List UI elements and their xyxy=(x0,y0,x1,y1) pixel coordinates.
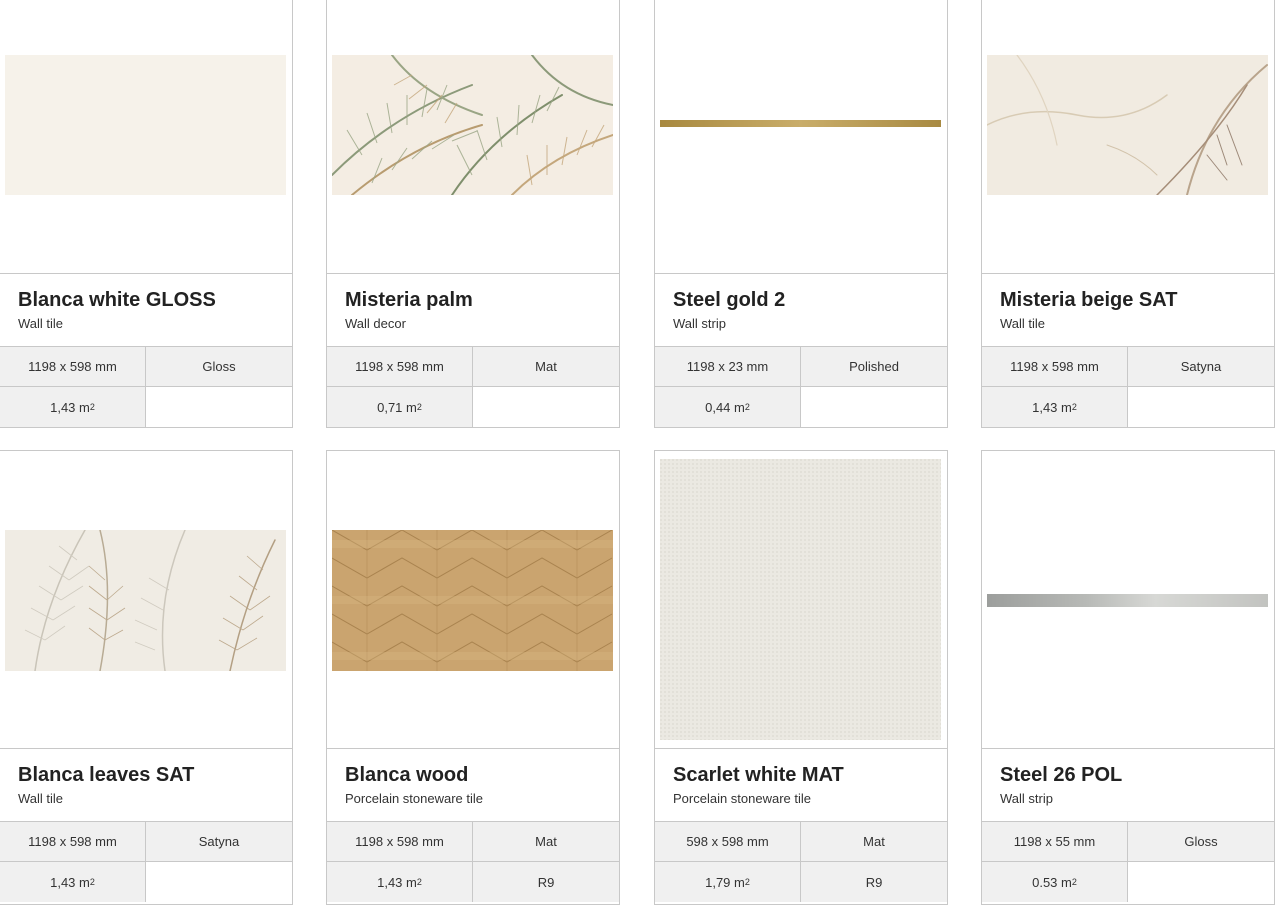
spec-size: 1198 x 598 mm xyxy=(327,347,473,387)
spec-size: 1198 x 598 mm xyxy=(982,347,1128,387)
spec-slip-empty xyxy=(801,387,947,427)
spec-finish: Mat xyxy=(801,822,947,862)
spec-size: 1198 x 55 mm xyxy=(982,822,1128,862)
product-title[interactable]: Blanca wood xyxy=(345,763,601,787)
product-image-area[interactable] xyxy=(982,451,1274,749)
spec-area: 1,43 m2 xyxy=(982,387,1128,427)
spec-area: 1,43 m2 xyxy=(0,862,146,902)
product-type: Wall strip xyxy=(673,316,726,331)
spec-slip-rating: R9 xyxy=(801,862,947,902)
spec-size: 1198 x 598 mm xyxy=(0,822,146,862)
beige-marble-tile-image xyxy=(987,55,1268,195)
spec-area: 0.53 m2 xyxy=(982,862,1128,902)
product-image-area[interactable] xyxy=(982,0,1274,274)
product-card[interactable]: Misteria beige SAT Wall tile 1198 x 598 … xyxy=(981,0,1275,428)
product-card[interactable]: Blanca wood Porcelain stoneware tile 119… xyxy=(326,450,620,905)
product-specs: 1198 x 598 mm Mat 1,43 m2 R9 xyxy=(327,822,619,902)
product-specs: 1198 x 55 mm Gloss 0.53 m2 xyxy=(982,822,1274,902)
spec-finish: Polished xyxy=(801,347,947,387)
spec-area: 1,43 m2 xyxy=(0,387,146,427)
spec-slip-empty xyxy=(146,862,292,902)
spec-finish: Satyna xyxy=(1128,347,1274,387)
silver-strip-image xyxy=(987,594,1268,607)
product-title[interactable]: Steel 26 POL xyxy=(1000,763,1256,787)
product-specs: 1198 x 598 mm Satyna 1,43 m2 xyxy=(982,347,1274,427)
spec-area: 0,71 m2 xyxy=(327,387,473,427)
product-specs: 1198 x 598 mm Satyna 1,43 m2 xyxy=(0,822,292,902)
spec-slip-empty xyxy=(1128,387,1274,427)
spec-size: 1198 x 598 mm xyxy=(0,347,146,387)
product-type: Wall tile xyxy=(18,316,64,331)
spec-area: 0,44 m2 xyxy=(655,387,801,427)
product-specs: 1198 x 598 mm Gloss 1,43 m2 xyxy=(0,347,292,427)
product-type: Porcelain stoneware tile xyxy=(673,791,812,806)
spec-slip-empty xyxy=(146,387,292,427)
spec-finish: Mat xyxy=(473,822,619,862)
product-specs: 1198 x 23 mm Polished 0,44 m2 xyxy=(655,347,947,427)
product-title[interactable]: Scarlet white MAT xyxy=(673,763,929,787)
product-card[interactable]: Misteria palm Wall decor 1198 x 598 mm M… xyxy=(326,0,620,428)
product-title[interactable]: Misteria palm xyxy=(345,288,601,312)
spec-slip-empty xyxy=(1128,862,1274,902)
spec-slip-rating: R9 xyxy=(473,862,619,902)
spec-size: 598 x 598 mm xyxy=(655,822,801,862)
spec-finish: Mat xyxy=(473,347,619,387)
product-specs: 1198 x 598 mm Mat 0,71 m2 xyxy=(327,347,619,427)
product-card[interactable]: Blanca leaves SAT Wall tile 1198 x 598 m… xyxy=(0,450,293,905)
feather-leaves-tile-image xyxy=(5,530,286,671)
spec-area: 1,43 m2 xyxy=(327,862,473,902)
gold-strip-image xyxy=(660,120,941,127)
product-type: Porcelain stoneware tile xyxy=(345,791,484,806)
product-specs: 598 x 598 mm Mat 1,79 m2 R9 xyxy=(655,822,947,902)
product-image-area[interactable] xyxy=(655,0,947,274)
spec-finish: Gloss xyxy=(146,347,292,387)
product-title[interactable]: Blanca leaves SAT xyxy=(18,763,274,787)
product-image-area[interactable] xyxy=(327,0,619,274)
plain-cream-tile-image xyxy=(5,55,286,195)
product-title[interactable]: Blanca white GLOSS xyxy=(18,288,274,312)
product-type: Wall tile xyxy=(1000,316,1046,331)
palm-leaves-decor-image xyxy=(332,55,613,195)
product-title[interactable]: Misteria beige SAT xyxy=(1000,288,1256,312)
product-type: Wall tile xyxy=(18,791,64,806)
product-type: Wall decor xyxy=(345,316,406,331)
product-card[interactable]: Steel 26 POL Wall strip 1198 x 55 mm Glo… xyxy=(981,450,1275,905)
product-grid: Blanca white GLOSS Wall tile 1198 x 598 … xyxy=(0,0,1277,907)
product-title[interactable]: Steel gold 2 xyxy=(673,288,929,312)
product-image-area[interactable] xyxy=(0,0,292,274)
product-card[interactable]: Steel gold 2 Wall strip 1198 x 23 mm Pol… xyxy=(654,0,948,428)
product-type: Wall strip xyxy=(1000,791,1053,806)
spec-size: 1198 x 598 mm xyxy=(327,822,473,862)
product-image-area[interactable] xyxy=(0,451,292,749)
product-image-area[interactable] xyxy=(327,451,619,749)
spec-slip-empty xyxy=(473,387,619,427)
product-image-area[interactable] xyxy=(655,451,947,749)
product-card[interactable]: Scarlet white MAT Porcelain stoneware ti… xyxy=(654,450,948,905)
spec-area: 1,79 m2 xyxy=(655,862,801,902)
herringbone-wood-tile-image xyxy=(332,530,613,671)
spec-finish: Gloss xyxy=(1128,822,1274,862)
product-card[interactable]: Blanca white GLOSS Wall tile 1198 x 598 … xyxy=(0,0,293,428)
white-textured-square-tile-image xyxy=(660,459,941,740)
spec-finish: Satyna xyxy=(146,822,292,862)
spec-size: 1198 x 23 mm xyxy=(655,347,801,387)
